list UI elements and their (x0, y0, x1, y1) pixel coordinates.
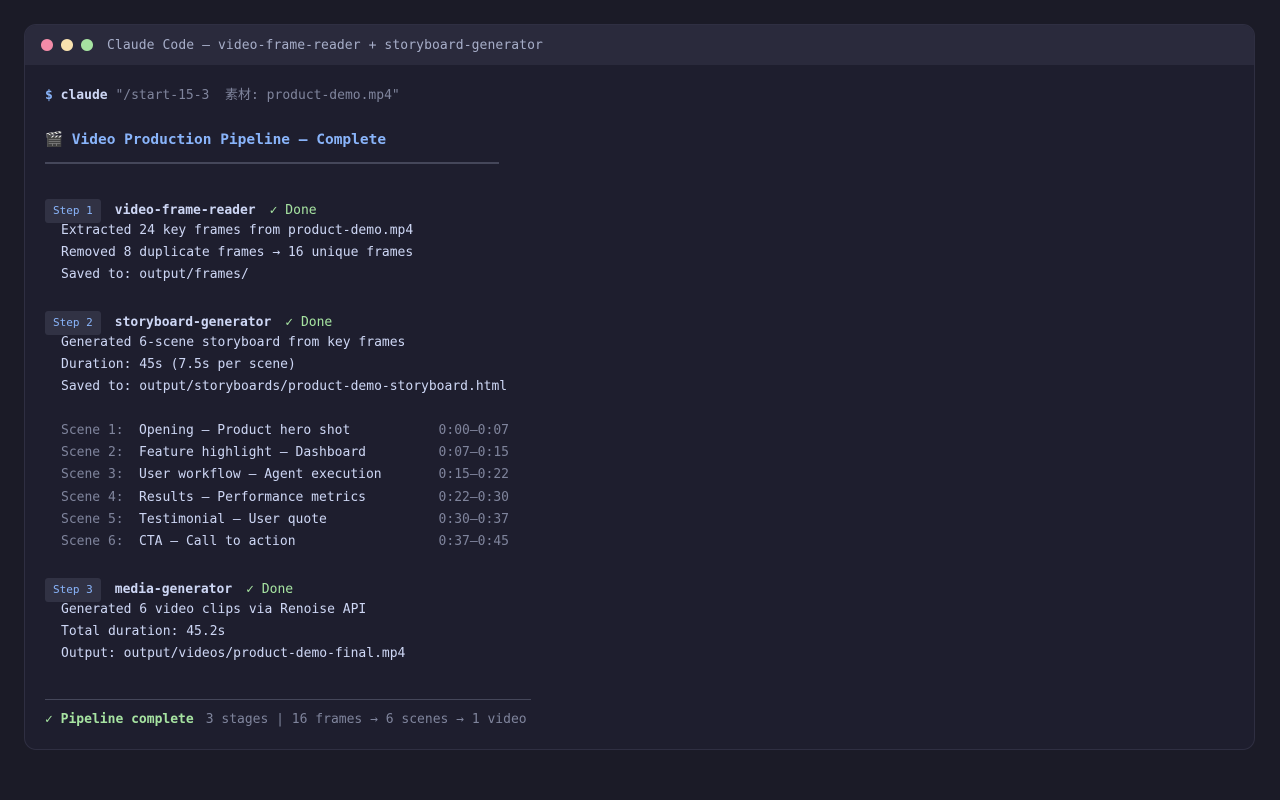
scene-row: Scene 4: Results — Performance metrics 0:2… (61, 489, 509, 507)
scene-description: Feature highlight — Dashboard (139, 445, 366, 460)
step-detail: Saved to: output/storyboards/product-dem… (61, 379, 508, 394)
scene-row: Scene 3: User workflow — Agent execution 0… (61, 466, 509, 484)
step-name: video-frame-reader (114, 203, 256, 218)
prompt-argument: "/start-15-3 素材: product-demo.mp4" (115, 88, 400, 103)
step-detail: Output: output/videos/product-demo-final… (61, 646, 406, 661)
scene-time: 0:15–0:22 (438, 467, 509, 482)
step-name: storyboard-generator (114, 315, 272, 330)
prompt-line: $ claude "/start-15-3 素材: product-demo.m… (45, 87, 400, 105)
minimize-window-button[interactable] (61, 39, 73, 51)
step-detail: Generated 6 video clips via Renoise API (61, 602, 367, 617)
scene-label: Scene 2: (61, 445, 124, 460)
scene-label: Scene 4: (61, 490, 124, 505)
scene-row: Scene 1: Opening — Product hero shot 0:00–… (61, 422, 509, 440)
pipeline-stats: 3 stages | 16 frames → 6 scenes → 1 vide… (205, 712, 527, 727)
prompt-symbol: $ (45, 88, 53, 103)
step-header: Step 2 storyboard-generator ✓ Done (45, 311, 332, 335)
scene-time: 0:30–0:37 (438, 512, 509, 527)
scene-label: Scene 6: (61, 534, 124, 549)
scene-label: Scene 3: (61, 467, 124, 482)
prompt-command: claude (60, 88, 108, 103)
scene-time: 0:37–0:45 (438, 534, 509, 549)
step-detail: Duration: 45s (7.5s per scene) (61, 357, 296, 372)
step-badge: Step 1 (45, 199, 101, 223)
step-detail: Total duration: 45.2s (61, 624, 226, 639)
scene-description: Opening — Product hero shot (139, 423, 351, 438)
scene-description: CTA — Call to action (139, 534, 296, 549)
pipeline-heading: 🎬 Video Production Pipeline — Complete (45, 131, 386, 149)
step-name: media-generator (114, 582, 233, 597)
window-title: Claude Code — video-frame-reader + story… (107, 37, 543, 53)
step-status: ✓ Done (285, 315, 333, 330)
summary-line: ✓ Pipeline complete 3 stages | 16 frames … (45, 711, 527, 729)
scene-row: Scene 6: CTA — Call to action 0:37–0:45 (61, 533, 509, 551)
scene-time: 0:00–0:07 (438, 423, 509, 438)
step-status: ✓ Done (269, 203, 317, 218)
scene-description: User workflow — Agent execution (139, 467, 382, 482)
step-detail: Removed 8 duplicate frames → 16 unique f… (61, 245, 414, 260)
scene-label: Scene 1: (61, 423, 124, 438)
scene-time: 0:22–0:30 (438, 490, 509, 505)
clapper-board-icon: 🎬 (45, 132, 64, 148)
scene-description: Testimonial — User quote (139, 512, 327, 527)
maximize-window-button[interactable] (81, 39, 93, 51)
scene-row: Scene 5: Testimonial — User quote 0:30–0:3… (61, 511, 509, 529)
step-header: Step 1 video-frame-reader ✓ Done (45, 199, 317, 223)
scene-time: 0:07–0:15 (438, 445, 509, 460)
step-badge: Step 2 (45, 311, 101, 335)
step-status: ✓ Done (246, 582, 294, 597)
close-window-button[interactable] (41, 39, 53, 51)
title-bar: Claude Code — video-frame-reader + story… (25, 25, 1254, 65)
summary-divider (45, 699, 531, 700)
heading-divider (45, 162, 499, 164)
pipeline-heading-text: Video Production Pipeline — Complete (71, 132, 387, 148)
scene-row: Scene 2: Feature highlight — Dashboard 0:0… (61, 444, 509, 462)
scene-label: Scene 5: (61, 512, 124, 527)
step-detail: Generated 6-scene storyboard from key fr… (61, 335, 406, 350)
step-badge: Step 3 (45, 578, 101, 602)
scene-description: Results — Performance metrics (139, 490, 366, 505)
pipeline-complete-status: ✓ Pipeline complete (45, 712, 194, 727)
terminal-window: Claude Code — video-frame-reader + story… (24, 24, 1255, 750)
step-detail: Saved to: output/frames/ (61, 267, 249, 282)
step-detail: Extracted 24 key frames from product-dem… (61, 223, 414, 238)
step-header: Step 3 media-generator ✓ Done (45, 578, 293, 602)
